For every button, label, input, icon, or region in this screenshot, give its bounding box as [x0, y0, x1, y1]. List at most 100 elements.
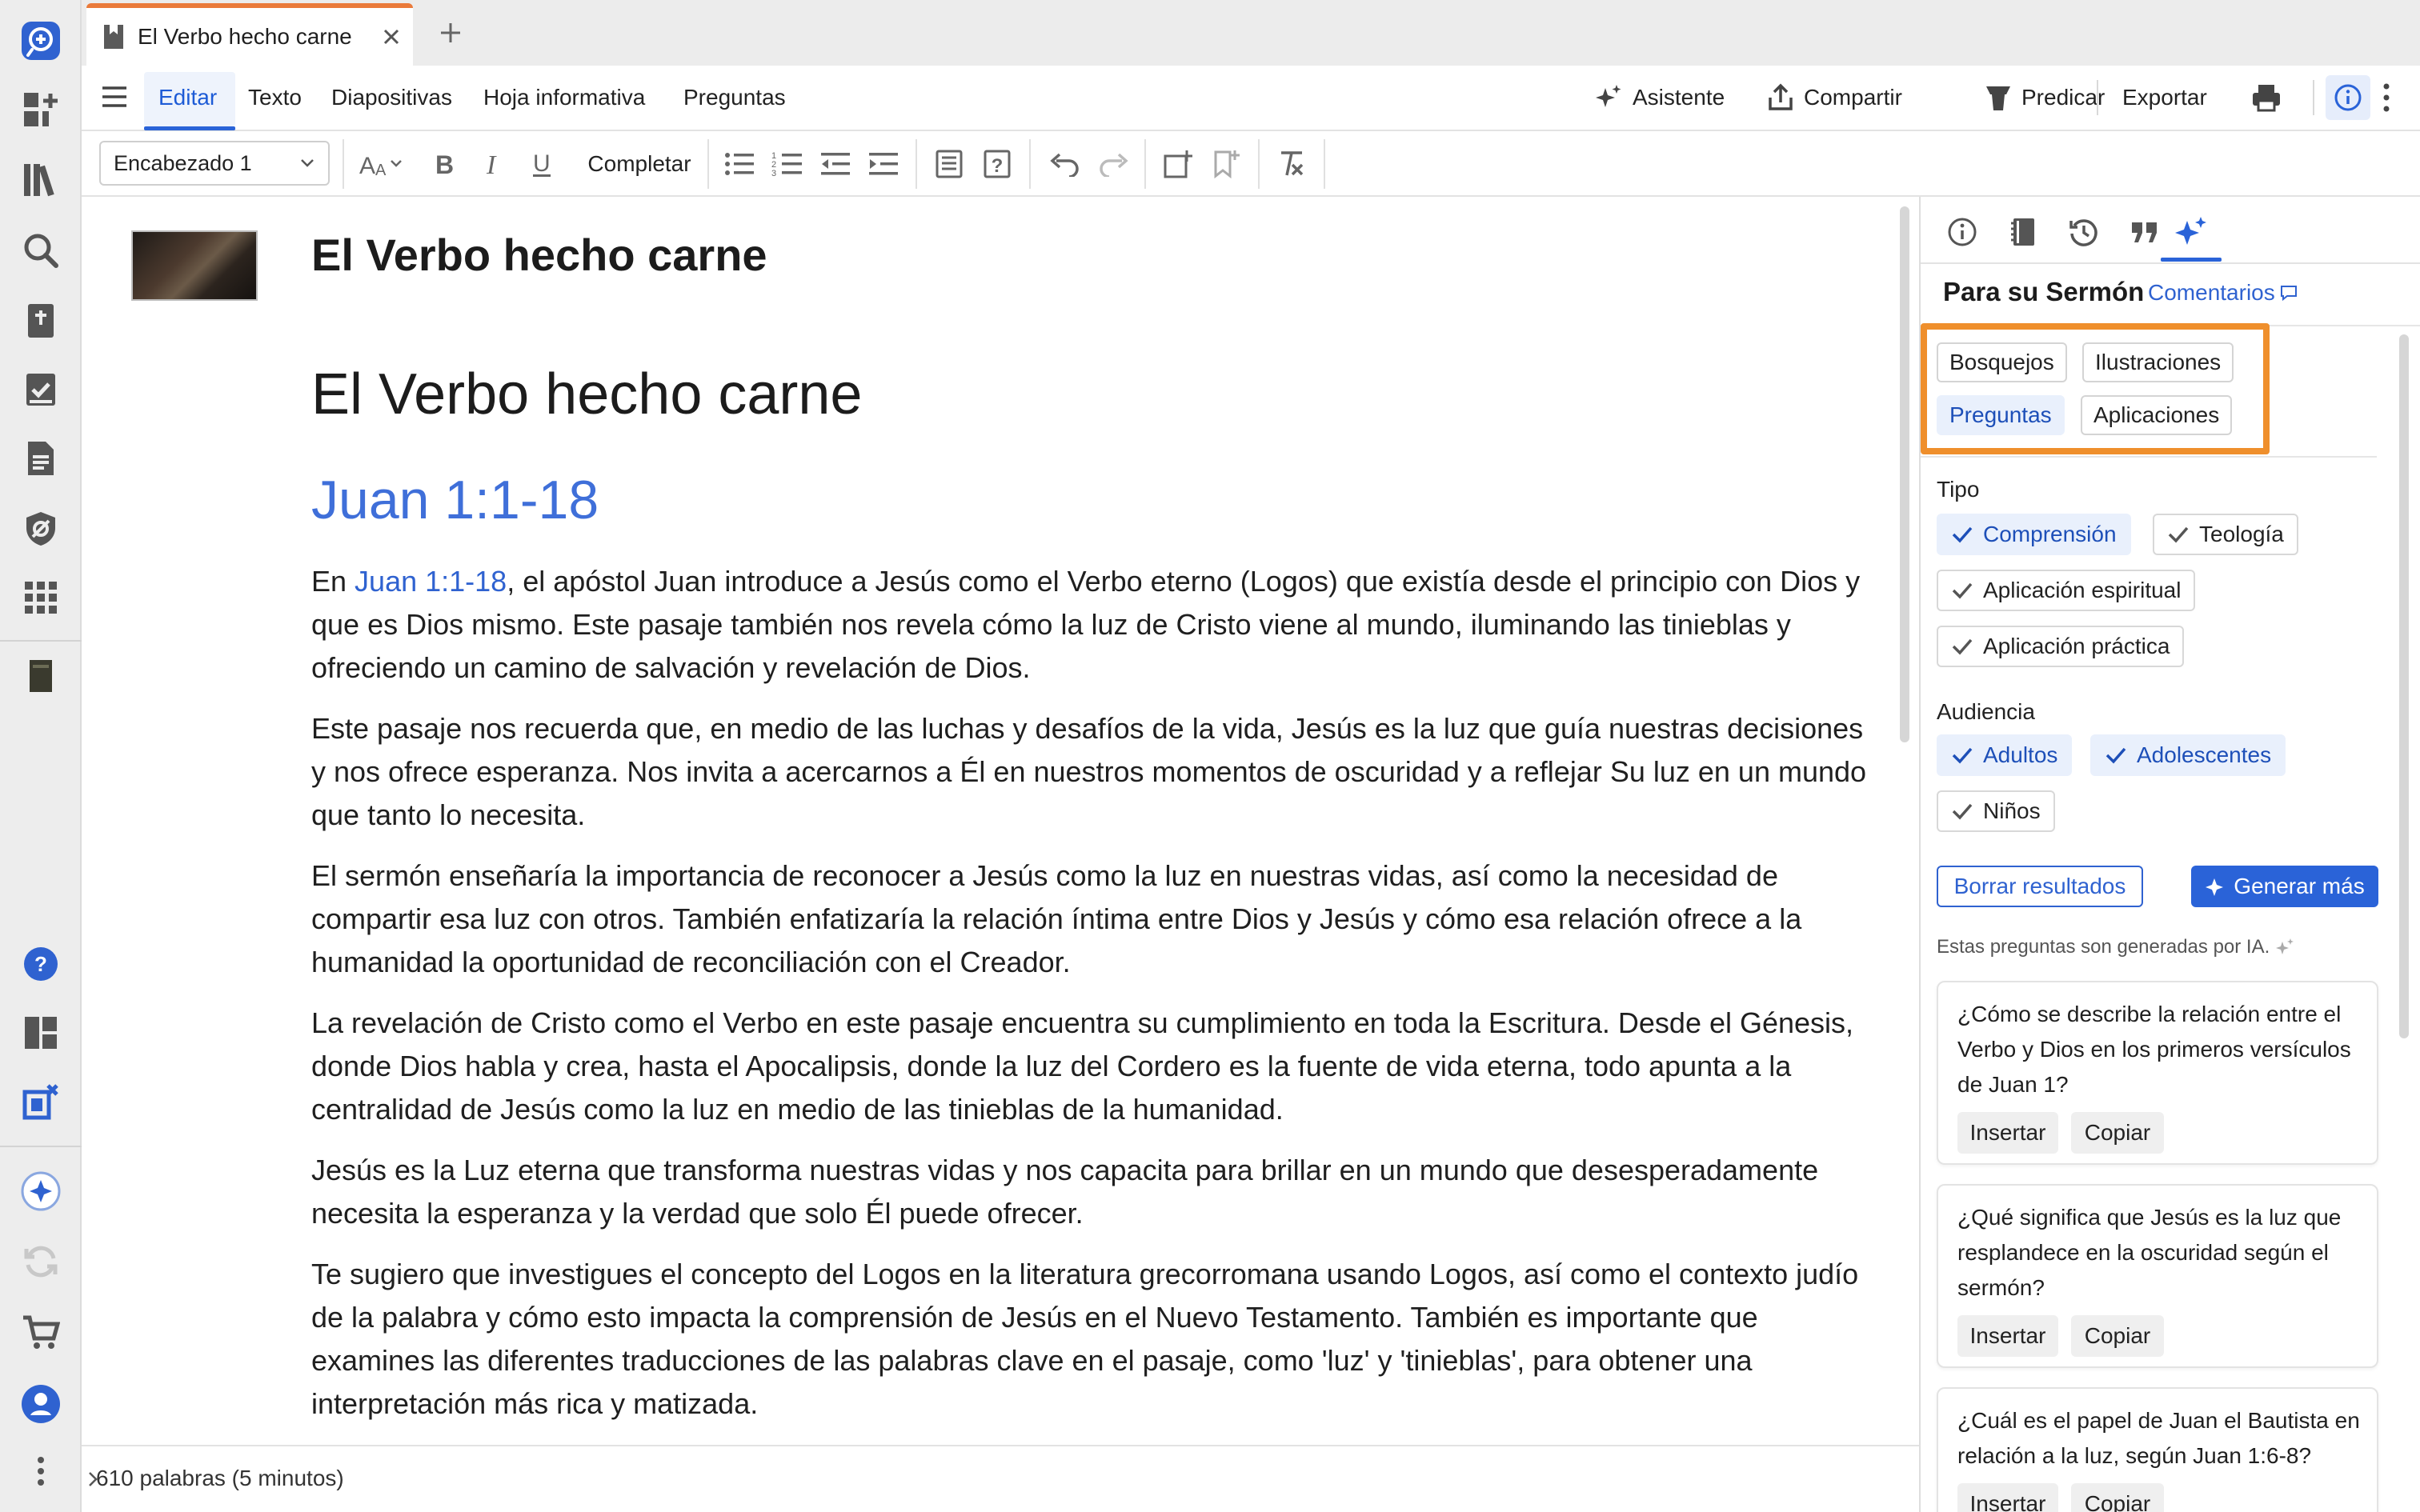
svg-text:U: U — [533, 150, 551, 177]
insert-button[interactable]: Insertar — [1957, 1483, 2058, 1512]
new-tab-button[interactable] — [432, 14, 469, 51]
document-header-title[interactable]: El Verbo hecho carne — [311, 229, 767, 281]
info-tab-icon[interactable] — [1937, 206, 1988, 258]
apps-grid-icon[interactable] — [18, 574, 64, 621]
dashboard-add-icon[interactable] — [18, 86, 64, 133]
type-filter-theology[interactable]: Teología — [2153, 514, 2298, 555]
underline-icon[interactable]: U — [522, 142, 562, 186]
insert-block-icon[interactable] — [928, 142, 970, 186]
copy-button[interactable]: Copiar — [2071, 1112, 2164, 1154]
menu-edit[interactable]: Editar — [158, 66, 217, 130]
clear-results-button[interactable]: Borrar resultados — [1937, 866, 2143, 907]
svg-text:I: I — [486, 150, 497, 178]
checklist-icon[interactable] — [18, 366, 64, 413]
pulpit-icon — [1985, 83, 2012, 112]
logos-home-icon[interactable] — [18, 18, 64, 64]
assistant-rail-icon[interactable] — [18, 1168, 64, 1214]
info-panel-toggle-icon[interactable] — [2326, 75, 2370, 120]
bible-icon[interactable] — [18, 298, 64, 344]
scripture-reference-heading[interactable]: Juan 1:1-18 — [311, 469, 599, 531]
quotes-tab-icon[interactable] — [2119, 206, 2170, 258]
italic-icon[interactable]: I — [474, 142, 514, 186]
undo-icon[interactable] — [1044, 142, 1085, 186]
search-icon[interactable] — [18, 227, 64, 274]
menu-text[interactable]: Texto — [248, 66, 302, 130]
menu-slides[interactable]: Diapositivas — [331, 66, 452, 130]
highlight-box — [1921, 323, 2270, 454]
assistant-button[interactable]: Asistente — [1594, 66, 1725, 130]
book-cover-icon[interactable] — [18, 653, 64, 699]
type-filter-comprehension[interactable]: Comprensión — [1937, 514, 2131, 555]
svg-text:A: A — [359, 153, 375, 179]
document-editor[interactable]: El Verbo hecho carne El Verbo hecho carn… — [82, 197, 1919, 1445]
history-tab-icon[interactable] — [2058, 206, 2109, 258]
audience-label: Audiencia — [1937, 699, 2035, 724]
paragraph-3[interactable]: El sermón enseñaría la importancia de re… — [311, 854, 1872, 984]
clear-formatting-icon[interactable] — [1271, 142, 1312, 186]
question-text: ¿Cuál es el papel de Juan el Bautista en… — [1957, 1408, 2360, 1468]
numbered-list-icon[interactable]: 123 — [767, 142, 808, 186]
document-heading[interactable]: El Verbo hecho carne — [311, 362, 862, 427]
outdent-icon[interactable] — [815, 142, 856, 186]
paragraph-6[interactable]: Te sugiero que investigues el concepto d… — [311, 1253, 1872, 1426]
check-icon — [2167, 525, 2190, 544]
layout-icon[interactable] — [18, 1010, 64, 1056]
type-filter-spiritual-application[interactable]: Aplicación espiritual — [1937, 570, 2196, 611]
help-icon[interactable]: ? — [18, 941, 64, 987]
document-scrollbar[interactable] — [1900, 206, 1909, 742]
bullet-list-icon[interactable] — [719, 142, 760, 186]
copy-button[interactable]: Copiar — [2071, 1483, 2164, 1512]
insert-button[interactable]: Insertar — [1957, 1112, 2058, 1154]
paragraph-style-select[interactable]: Encabezado 1 — [99, 141, 330, 186]
indent-icon[interactable] — [863, 142, 904, 186]
assistant-tab-sparkle-icon[interactable] — [2166, 206, 2217, 258]
generate-more-button[interactable]: Generar más — [2191, 866, 2378, 907]
sync-icon[interactable] — [18, 1238, 64, 1285]
more-vertical-icon[interactable] — [18, 1448, 64, 1494]
cart-icon[interactable] — [18, 1309, 64, 1355]
redo-icon[interactable] — [1093, 142, 1135, 186]
share-button[interactable]: Compartir — [1767, 66, 1902, 130]
menu-handout[interactable]: Hoja informativa — [483, 66, 645, 130]
bold-icon[interactable]: B — [424, 142, 464, 186]
add-frame-icon[interactable] — [1157, 142, 1199, 186]
paragraph-style-value: Encabezado 1 — [114, 150, 252, 175]
close-layout-icon[interactable] — [18, 1078, 64, 1125]
insert-question-icon[interactable]: ? — [976, 142, 1018, 186]
insert-button[interactable]: Insertar — [1957, 1315, 2058, 1357]
menu-questions[interactable]: Preguntas — [683, 66, 786, 130]
account-icon[interactable] — [18, 1381, 64, 1427]
paragraph-5[interactable]: Jesús es la Luz eterna que transforma nu… — [311, 1149, 1872, 1235]
preach-button[interactable]: Predicar — [1985, 66, 2105, 130]
sermon-thumbnail-image[interactable] — [131, 230, 258, 301]
library-icon[interactable] — [18, 157, 64, 203]
svg-text:3: 3 — [771, 169, 776, 178]
svg-text:B: B — [435, 150, 454, 178]
font-size-icon[interactable]: AA — [355, 142, 411, 186]
more-options-icon[interactable] — [2378, 80, 2394, 115]
print-icon[interactable] — [2250, 82, 2282, 114]
comments-link[interactable]: Comentarios — [2148, 280, 2298, 306]
paragraph-2[interactable]: Este pasaje nos recuerda que, en medio d… — [311, 707, 1872, 837]
complete-button[interactable]: Completar — [573, 142, 706, 186]
export-button[interactable]: Exportar — [2122, 66, 2207, 130]
notebook-tab-icon[interactable] — [1997, 206, 2049, 258]
assistant-label: Asistente — [1633, 85, 1725, 110]
add-bookmark-icon[interactable] — [1205, 142, 1247, 186]
panel-scrollbar[interactable] — [2399, 334, 2409, 1038]
document-icon[interactable] — [18, 435, 64, 482]
document-tab[interactable]: El Verbo hecho carne — [86, 3, 413, 66]
paragraph-1[interactable]: En Juan 1:1-18, el apóstol Juan introduc… — [311, 560, 1872, 690]
hamburger-menu-icon[interactable] — [99, 82, 130, 112]
audience-filter-teens[interactable]: Adolescentes — [2090, 734, 2286, 776]
scripture-link[interactable]: Juan 1:1-18 — [355, 565, 507, 598]
shield-eye-icon[interactable] — [18, 506, 64, 552]
copy-button[interactable]: Copiar — [2071, 1315, 2164, 1357]
question-card: ¿Qué significa que Jesús es la luz que r… — [1937, 1184, 2378, 1368]
audience-filter-children[interactable]: Niños — [1937, 790, 2055, 832]
paragraph-4[interactable]: La revelación de Cristo como el Verbo en… — [311, 1002, 1872, 1131]
type-filter-practical-application[interactable]: Aplicación práctica — [1937, 626, 2185, 667]
audience-filter-adults[interactable]: Adultos — [1937, 734, 2073, 776]
status-bar: 610 palabras (5 minutos) — [82, 1445, 1919, 1512]
close-tab-icon[interactable] — [381, 26, 402, 47]
